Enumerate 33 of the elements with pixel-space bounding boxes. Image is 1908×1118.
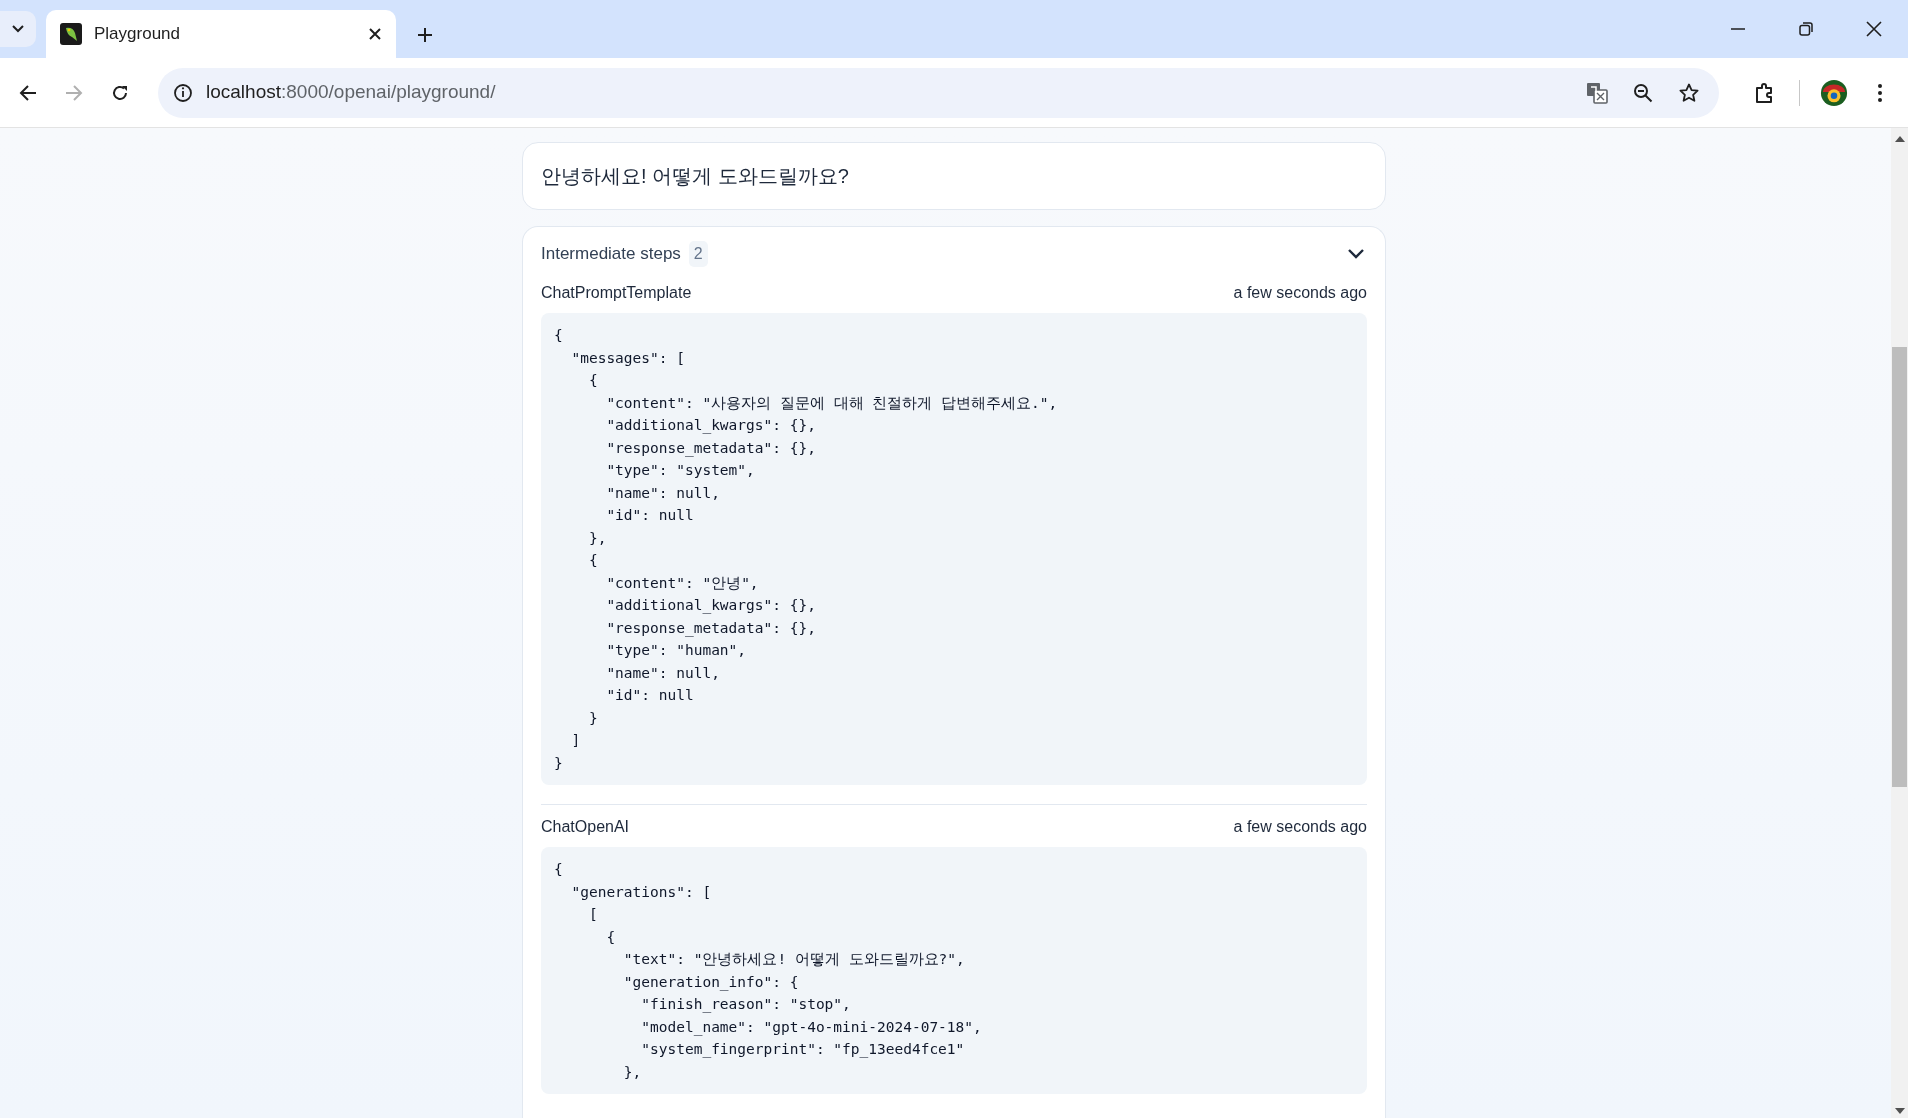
- star-icon: [1679, 82, 1699, 103]
- tab-search-button[interactable]: [0, 11, 36, 47]
- reload-icon: [111, 83, 129, 102]
- caret-icon: [11, 24, 25, 34]
- step-name: ChatPromptTemplate: [541, 283, 692, 303]
- tab-title: Playground: [94, 23, 180, 46]
- step-time: a few seconds ago: [1233, 283, 1367, 303]
- translate-icon: [1586, 81, 1608, 104]
- down-arrow-icon: [1894, 1108, 1905, 1114]
- scrollbar[interactable]: [1891, 128, 1908, 1118]
- code-block: { "generations": [ [ { "text": "안녕하세요! 어떻게 도와드릴까요?", "generation_info": { "finish_reason": "stop", "model_name": "gpt-4o-mini-2024-07-18", "system_fingerprint": "fp_13eed4fce1" },: [541, 847, 1367, 1094]
- scrollbar-thumb[interactable]: [1892, 347, 1907, 787]
- url-text: localhost:8000/openai/playground/: [206, 80, 496, 105]
- chevron-icon: [1347, 248, 1365, 260]
- browser-tab[interactable]: Playground: [46, 10, 396, 58]
- close-icon: [368, 27, 382, 41]
- address-bar[interactable]: localhost:8000/openai/playground/: [158, 67, 1719, 118]
- code-block: { "messages": [ { "content": "사용자의 질문에 대해 친절하게 답변해주세요.", "additional_kwargs": {}, "response_metadata": {}, "type": "system", "name": null, "id": null }, { "content": "안녕", "additional_kwargs": {}, "response_metadata": {}, "type": "human", "name": null, "id": null } ] }: [541, 313, 1367, 785]
- plus-icon: [416, 26, 434, 44]
- steps-title: Intermediate steps: [541, 243, 681, 266]
- menu-icon: [1877, 82, 1883, 103]
- restore-icon: [1799, 22, 1813, 36]
- step-time: a few seconds ago: [1233, 817, 1367, 837]
- back-arrow-icon: [19, 83, 37, 102]
- steps-count: 2: [688, 241, 708, 267]
- minimize-icon: [1731, 28, 1745, 30]
- output-text: 안녕하세요! 어떻게 도와드릴까요?: [541, 165, 849, 187]
- forward-arrow-icon: [65, 83, 83, 102]
- step-name: ChatOpenAI: [541, 817, 630, 837]
- avatar-icon: [1820, 77, 1848, 108]
- zoom-out-icon: [1633, 82, 1653, 103]
- close-icon: [1866, 21, 1882, 37]
- up-arrow-icon: [1894, 136, 1905, 142]
